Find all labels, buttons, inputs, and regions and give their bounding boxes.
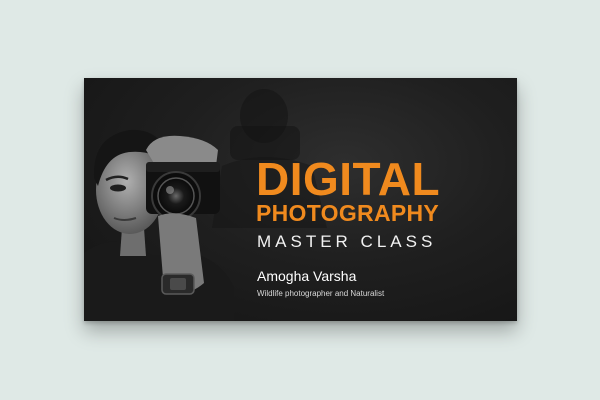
presenter-role: Wildlife photographer and Naturalist [257, 289, 385, 298]
title-photography: PHOTOGRAPHY [256, 200, 440, 226]
presenter-name: Amogha Varsha [257, 268, 357, 284]
business-card: DIGITAL PHOTOGRAPHY MASTER CLASS Amogha … [84, 78, 517, 321]
subtitle-master-class: MASTER CLASS [257, 232, 437, 251]
photographer-photo [84, 129, 234, 321]
title-digital: DIGITAL [256, 153, 441, 205]
